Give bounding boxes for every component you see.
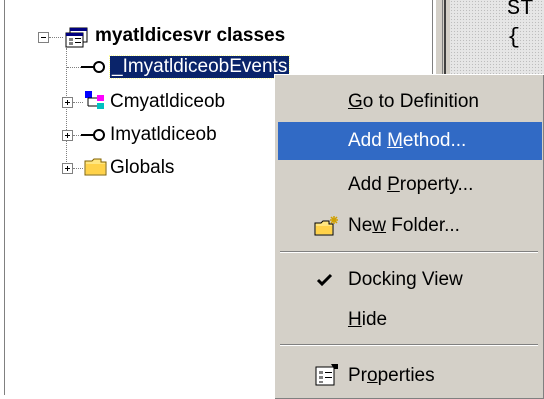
menu-item-hide[interactable]: Hide <box>278 301 542 339</box>
menu-item-properties[interactable]: Properties <box>278 357 542 395</box>
tree-line <box>73 168 83 170</box>
tree-item-interface[interactable]: Imyatldiceob <box>110 124 217 146</box>
menu-item-go-to-definition[interactable]: Go to Definition <box>278 83 542 121</box>
project-icon <box>65 27 89 55</box>
code-line-2: { <box>507 25 521 50</box>
menu-item-new-folder[interactable]: New Folder... <box>278 207 542 245</box>
expand-toggle[interactable] <box>62 163 73 174</box>
class-icon <box>84 90 106 116</box>
tree-item-globals[interactable]: Globals <box>110 157 174 179</box>
tree-root-label[interactable]: myatldicesvr classes <box>95 25 285 47</box>
tree-item-class[interactable]: Cmyatldiceob <box>110 91 225 113</box>
menu-item-add-property[interactable]: Add Property... <box>278 166 542 204</box>
menu-item-add-method[interactable]: Add Method... <box>278 122 542 160</box>
tree-line <box>49 37 63 39</box>
menu-item-docking-view[interactable]: Docking View <box>278 261 542 299</box>
folder-icon <box>84 157 108 183</box>
interface-icon <box>80 126 106 150</box>
tree-line <box>73 102 83 104</box>
menu-separator <box>280 251 538 253</box>
menu-separator <box>280 344 538 346</box>
expand-toggle[interactable] <box>62 130 73 141</box>
new-folder-icon <box>314 215 340 243</box>
properties-icon <box>314 363 340 393</box>
collapse-toggle[interactable] <box>38 32 49 43</box>
code-line-1: ST <box>507 0 534 21</box>
tree-item-events[interactable]: _ImyatldiceobEvents <box>108 55 291 79</box>
expand-toggle[interactable] <box>62 97 73 108</box>
checkmark-icon <box>316 272 334 294</box>
context-menu: Go to Definition Add Method... Add Prope… <box>274 74 544 399</box>
interface-icon <box>80 58 106 82</box>
tree-line <box>67 67 81 69</box>
